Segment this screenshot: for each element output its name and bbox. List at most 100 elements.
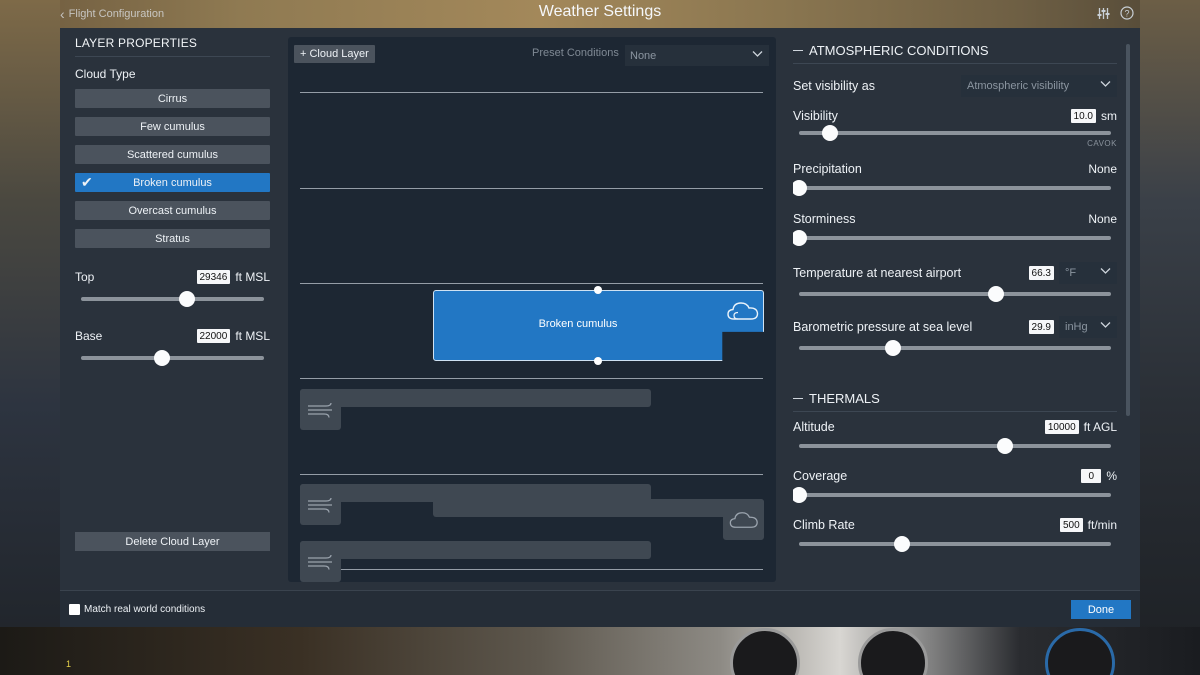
cloud-type-cirrus-button[interactable]: Cirrus [75,89,270,108]
cloud-type-stratus-button[interactable]: Stratus [75,229,270,248]
wind-layer-bar[interactable] [300,541,651,559]
cloud-type-label-text: Cirrus [157,92,188,105]
slider-thumb[interactable] [822,125,839,141]
slider-thumb[interactable] [893,536,910,552]
temperature-label: Temperature at nearest airport [793,266,962,280]
delete-cloud-layer-button[interactable]: Delete Cloud Layer [75,532,270,551]
temperature-row: Temperature at nearest airport 66.3 °F [793,262,1117,284]
footer-bar: Match real world conditions Done [60,590,1140,627]
wind-layer-bar[interactable] [300,389,651,407]
slider-thumb[interactable] [884,340,901,356]
thermal-altitude-row: Altitude 10000 ft AGL [793,420,1117,434]
layer-properties-section: LAYER PROPERTIES Cloud Type Cirrus Few c… [75,36,270,556]
atmospheric-conditions-title: ATMOSPHERIC CONDITIONS [809,43,989,58]
storminess-slider[interactable] [793,229,1111,246]
thermal-altitude-label: Altitude [793,420,835,434]
visibility-unit: sm [1101,109,1117,123]
cloud-type-broken-cumulus-button[interactable]: ✔ Broken cumulus [75,173,270,192]
cloud-type-label-text: Broken cumulus [133,176,212,189]
cloud-type-label-text: Overcast cumulus [128,204,217,217]
wind-icon [300,389,341,430]
precipitation-value: None [1088,162,1117,176]
add-cloud-layer-button[interactable]: + Cloud Layer [294,45,375,63]
set-visibility-row: Set visibility as Atmospheric visibility [793,75,1117,97]
temperature-slider[interactable] [799,285,1111,302]
visibility-slider[interactable] [799,124,1111,141]
slider-thumb[interactable] [996,438,1013,454]
inactive-cloud-layer[interactable] [433,499,764,517]
temperature-value-input[interactable]: 66.3 [1028,266,1054,280]
match-real-world-toggle[interactable]: Match real world conditions [69,604,205,615]
precipitation-slider[interactable] [793,179,1111,196]
climb-rate-row: Climb Rate 500 ft/min [793,518,1117,532]
slider-thumb[interactable] [793,487,807,503]
settings-scrollbar[interactable] [1126,44,1130,416]
slider-thumb[interactable] [153,350,170,366]
slider-track [81,297,264,301]
altitude-gridline [300,378,763,379]
preset-conditions-select[interactable]: None [625,45,769,66]
slider-thumb[interactable] [987,286,1004,302]
done-button[interactable]: Done [1071,600,1131,619]
thermals-heading: THERMALS [793,391,1117,412]
chevron-down-icon [1100,78,1111,92]
altitude-gridline [300,283,763,284]
sliders-icon[interactable] [1096,6,1110,20]
precipitation-row: Precipitation None [793,162,1117,176]
thermal-coverage-unit: % [1106,469,1117,483]
chevron-down-icon [1100,319,1111,333]
thermal-altitude-input[interactable]: 10000 [1044,420,1079,434]
cloud-type-overcast-cumulus-button[interactable]: Overcast cumulus [75,201,270,220]
pressure-unit-select[interactable]: inHg [1059,316,1117,338]
cloud-type-scattered-cumulus-button[interactable]: Scattered cumulus [75,145,270,164]
cloud-type-few-cumulus-button[interactable]: Few cumulus [75,117,270,136]
title-bar: ‹ Flight Configuration Weather Settings … [60,0,1140,28]
altitude-gridline [300,92,763,93]
pressure-slider[interactable] [799,339,1111,356]
thermal-coverage-input[interactable]: 0 [1081,469,1102,483]
pressure-unit-value: inHg [1065,321,1088,333]
preset-conditions-value: None [630,49,657,62]
climb-rate-slider[interactable] [799,535,1111,552]
slider-thumb[interactable] [179,291,196,307]
corner-indicator: 1 [66,659,72,669]
match-real-world-checkbox[interactable] [69,604,80,615]
altitude-gridline [300,188,763,189]
climb-rate-label: Climb Rate [793,518,855,532]
slider-track [799,444,1111,448]
temperature-unit-select[interactable]: °F [1059,262,1117,284]
layer-top-handle[interactable] [594,286,602,294]
visibility-mode-value: Atmospheric visibility [967,80,1070,92]
atmospheric-conditions-heading: ATMOSPHERIC CONDITIONS [793,43,1117,64]
thermal-altitude-slider[interactable] [799,437,1111,454]
slider-track [799,493,1111,497]
visibility-row: Visibility 10.0 sm [793,109,1117,123]
top-slider[interactable] [81,290,264,307]
pressure-value-input[interactable]: 29.9 [1028,320,1054,334]
pressure-label: Barometric pressure at sea level [793,320,973,334]
slider-track [799,542,1111,546]
visibility-mode-select[interactable]: Atmospheric visibility [961,75,1117,97]
top-value-input[interactable]: 29346 [196,270,231,284]
slider-thumb[interactable] [793,230,807,246]
cloud-icon [726,300,760,327]
slider-track [799,236,1111,240]
slider-track [799,131,1111,135]
base-value-input[interactable]: 22000 [196,329,231,343]
storminess-value: None [1088,212,1117,226]
slider-thumb[interactable] [793,180,807,196]
thermal-coverage-slider[interactable] [793,486,1111,503]
climb-rate-input[interactable]: 500 [1059,518,1083,532]
cloud-type-label-text: Scattered cumulus [126,148,219,161]
top-unit: ft MSL [235,270,270,284]
help-icon[interactable]: ? [1120,6,1134,20]
climb-rate-unit: ft/min [1087,518,1117,532]
checkmark-icon: ✔ [81,174,93,190]
slider-track [81,356,264,360]
layer-properties-heading: LAYER PROPERTIES [75,36,270,57]
layer-base-handle[interactable] [594,357,602,365]
thermal-coverage-row: Coverage 0 % [793,469,1117,483]
set-visibility-label: Set visibility as [793,79,875,93]
base-slider[interactable] [81,349,264,366]
visibility-value-input[interactable]: 10.0 [1070,109,1096,123]
